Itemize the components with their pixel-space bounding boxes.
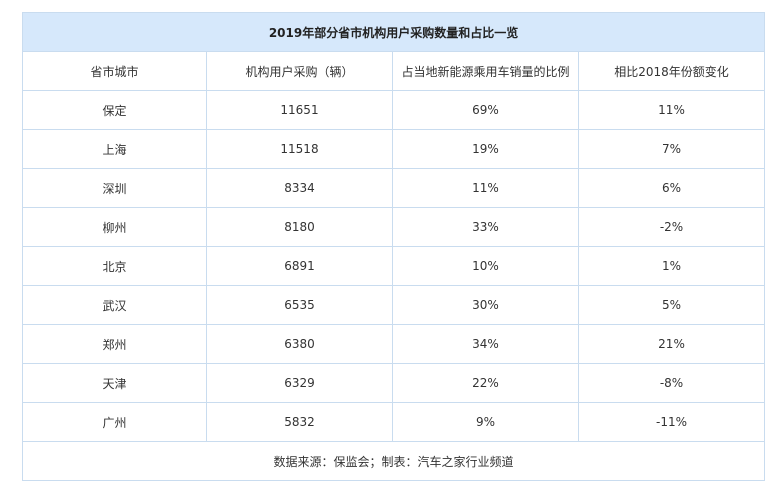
cell-share: 11% bbox=[392, 168, 579, 208]
cell-change: 11% bbox=[577, 90, 766, 130]
header-city: 省市城市 bbox=[22, 51, 207, 91]
table-row: 广州 5832 9% -11% bbox=[22, 402, 766, 442]
cell-purchases: 6329 bbox=[206, 363, 393, 403]
data-source-note: 数据来源：保监会；制表：汽车之家行业频道 bbox=[21, 441, 766, 481]
cell-share: 9% bbox=[392, 402, 579, 442]
cell-change: 1% bbox=[577, 246, 766, 286]
cell-city: 郑州 bbox=[22, 324, 207, 364]
cell-share: 69% bbox=[392, 90, 579, 130]
table-row: 天津 6329 22% -8% bbox=[22, 363, 766, 403]
table-title: 2019年部分省市机构用户采购数量和占比一览 bbox=[21, 12, 766, 52]
cell-city: 天津 bbox=[22, 363, 207, 403]
cell-share: 30% bbox=[392, 285, 579, 325]
header-change: 相比2018年份额变化 bbox=[577, 51, 766, 91]
table-header-row: 省市城市 机构用户采购（辆） 占当地新能源乘用车销量的比例 相比2018年份额变… bbox=[22, 51, 766, 91]
cell-change: 21% bbox=[577, 324, 766, 364]
cell-change: -2% bbox=[577, 207, 766, 247]
cell-change: 5% bbox=[577, 285, 766, 325]
cell-city: 柳州 bbox=[22, 207, 207, 247]
table-row: 上海 11518 19% 7% bbox=[22, 129, 766, 169]
table-title-row: 2019年部分省市机构用户采购数量和占比一览 bbox=[21, 12, 766, 52]
cell-city: 上海 bbox=[22, 129, 207, 169]
table-footer-row: 数据来源：保监会；制表：汽车之家行业频道 bbox=[21, 441, 766, 481]
cell-purchases: 8180 bbox=[206, 207, 393, 247]
table-row: 郑州 6380 34% 21% bbox=[22, 324, 766, 364]
cell-purchases: 6891 bbox=[206, 246, 393, 286]
header-purchases: 机构用户采购（辆） bbox=[206, 51, 393, 91]
cell-purchases: 11518 bbox=[206, 129, 393, 169]
table-row: 武汉 6535 30% 5% bbox=[22, 285, 766, 325]
cell-share: 34% bbox=[392, 324, 579, 364]
cell-share: 10% bbox=[392, 246, 579, 286]
cell-change: 7% bbox=[577, 129, 766, 169]
cell-city: 保定 bbox=[22, 90, 207, 130]
purchase-table: 2019年部分省市机构用户采购数量和占比一览 省市城市 机构用户采购（辆） 占当… bbox=[21, 12, 766, 481]
table-row: 深圳 8334 11% 6% bbox=[22, 168, 766, 208]
cell-purchases: 6535 bbox=[206, 285, 393, 325]
cell-change: 6% bbox=[577, 168, 766, 208]
cell-city: 广州 bbox=[22, 402, 207, 442]
cell-city: 北京 bbox=[22, 246, 207, 286]
table-row: 保定 11651 69% 11% bbox=[22, 90, 766, 130]
cell-share: 22% bbox=[392, 363, 579, 403]
cell-city: 武汉 bbox=[22, 285, 207, 325]
cell-share: 33% bbox=[392, 207, 579, 247]
table-row: 北京 6891 10% 1% bbox=[22, 246, 766, 286]
header-share: 占当地新能源乘用车销量的比例 bbox=[392, 51, 579, 91]
cell-change: -8% bbox=[577, 363, 766, 403]
cell-share: 19% bbox=[392, 129, 579, 169]
table-row: 柳州 8180 33% -2% bbox=[22, 207, 766, 247]
cell-city: 深圳 bbox=[22, 168, 207, 208]
cell-purchases: 11651 bbox=[206, 90, 393, 130]
cell-purchases: 8334 bbox=[206, 168, 393, 208]
cell-purchases: 6380 bbox=[206, 324, 393, 364]
cell-change: -11% bbox=[577, 402, 766, 442]
cell-purchases: 5832 bbox=[206, 402, 393, 442]
purchase-table-container: 2019年部分省市机构用户采购数量和占比一览 省市城市 机构用户采购（辆） 占当… bbox=[21, 12, 766, 481]
